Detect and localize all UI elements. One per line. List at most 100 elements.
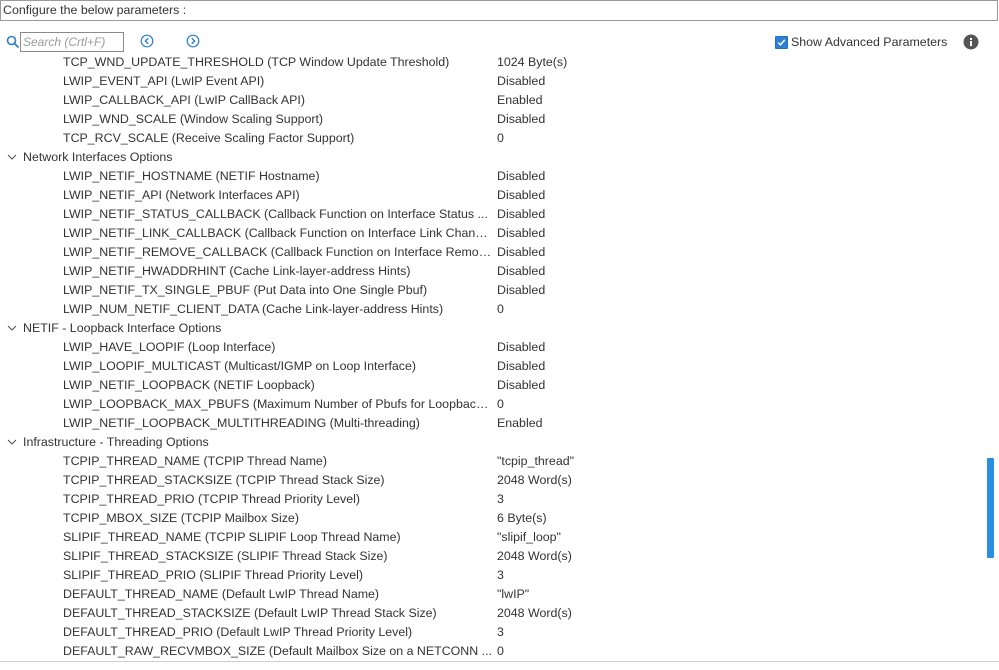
parameter-row[interactable]: SLIPIF_THREAD_NAME (TCPIP SLIPIF Loop Th… [0, 528, 985, 547]
group-label: NETIF - Loopback Interface Options [23, 321, 222, 335]
parameter-row[interactable]: SLIPIF_THREAD_PRIO (SLIPIF Thread Priori… [0, 566, 985, 585]
parameter-name: DEFAULT_THREAD_PRIO (Default LwIP Thread… [63, 625, 413, 639]
parameter-row[interactable]: LWIP_NETIF_LOOPBACK_MULTITHREADING (Mult… [0, 414, 985, 433]
parameter-name: LWIP_NETIF_LINK_CALLBACK (Callback Funct… [63, 226, 493, 240]
parameter-name: LWIP_LOOPIF_MULTICAST (Multicast/IGMP on… [63, 359, 417, 373]
parameter-row[interactable]: LWIP_LOOPIF_MULTICAST (Multicast/IGMP on… [0, 357, 985, 376]
group-label: Network Interfaces Options [23, 150, 173, 164]
parameter-name: LWIP_NETIF_HWADDRHINT (Cache Link-layer-… [63, 264, 411, 278]
parameter-name: SLIPIF_THREAD_NAME (TCPIP SLIPIF Loop Th… [63, 530, 401, 544]
parameter-name: DEFAULT_THREAD_NAME (Default LwIP Thread… [63, 587, 380, 601]
parameter-value[interactable]: Enabled [497, 414, 542, 433]
parameter-row[interactable]: LWIP_NETIF_LOOPBACK (NETIF Loopback) Disa… [0, 376, 985, 395]
parameter-value[interactable]: 0 [497, 395, 504, 414]
parameter-name: LWIP_NETIF_STATUS_CALLBACK (Callback Fun… [63, 207, 488, 221]
parameter-name: LWIP_EVENT_API (LwIP Event API) [63, 74, 265, 88]
parameter-row[interactable]: SLIPIF_THREAD_STACKSIZE (SLIPIF Thread S… [0, 547, 985, 566]
parameter-name: LWIP_NETIF_LOOPBACK (NETIF Loopback) [63, 378, 315, 392]
parameter-name: LWIP_HAVE_LOOPIF (Loop Interface) [63, 340, 276, 354]
parameter-value[interactable]: Disabled [497, 338, 545, 357]
parameter-row[interactable]: TCPIP_MBOX_SIZE (TCPIP Mailbox Size) 6 By… [0, 509, 985, 528]
parameter-value[interactable]: 2048 Word(s) [497, 604, 572, 623]
parameter-value[interactable]: Disabled [497, 205, 545, 224]
parameter-value[interactable]: Disabled [497, 110, 545, 129]
show-advanced-checkbox[interactable] [775, 36, 788, 49]
parameter-value[interactable]: "tcpip_thread" [497, 452, 574, 471]
parameter-row[interactable]: LWIP_CALLBACK_API (LwIP CallBack API) Ena… [0, 91, 985, 110]
parameter-name: SLIPIF_THREAD_STACKSIZE (SLIPIF Thread S… [63, 549, 388, 563]
parameter-row[interactable]: DEFAULT_THREAD_NAME (Default LwIP Thread… [0, 585, 985, 604]
parameter-row[interactable]: TCP_WND_UPDATE_THRESHOLD (TCP Window Upd… [0, 53, 985, 72]
parameter-value[interactable]: 0 [497, 300, 504, 319]
vertical-scrollbar[interactable] [985, 53, 997, 660]
parameter-row[interactable]: LWIP_WND_SCALE (Window Scaling Support) D… [0, 110, 985, 129]
parameter-row[interactable]: LWIP_NUM_NETIF_CLIENT_DATA (Cache Link-l… [0, 300, 985, 319]
parameter-value[interactable]: 6 Byte(s) [497, 509, 547, 528]
arrow-right-circle-icon[interactable] [186, 34, 200, 48]
parameter-row[interactable]: LWIP_NETIF_TX_SINGLE_PBUF (Put Data into… [0, 281, 985, 300]
parameter-value[interactable]: Disabled [497, 186, 545, 205]
info-icon[interactable] [963, 34, 979, 50]
search-icon [6, 35, 20, 49]
parameter-value[interactable]: Enabled [497, 91, 542, 110]
parameter-value[interactable]: 3 [497, 566, 504, 585]
header-title: Configure the below parameters : [3, 3, 187, 17]
parameter-value[interactable]: "slipif_loop" [497, 528, 561, 547]
parameter-row[interactable]: TCPIP_THREAD_PRIO (TCPIP Thread Priority… [0, 490, 985, 509]
parameter-name: LWIP_WND_SCALE (Window Scaling Support) [63, 112, 324, 126]
parameter-row[interactable]: LWIP_NETIF_API (Network Interfaces API) D… [0, 186, 985, 205]
parameter-value[interactable]: 3 [497, 623, 504, 642]
group-row[interactable]: Network Interfaces Options [0, 148, 985, 167]
parameter-name: TCPIP_THREAD_STACKSIZE (TCPIP Thread Sta… [63, 473, 385, 487]
parameter-value[interactable]: 2048 Word(s) [497, 471, 572, 490]
parameter-value[interactable]: 0 [497, 129, 504, 148]
parameter-value[interactable]: Disabled [497, 357, 545, 376]
parameter-value[interactable]: Disabled [497, 72, 545, 91]
parameter-row[interactable]: TCPIP_THREAD_NAME (TCPIP Thread Name) "tc… [0, 452, 985, 471]
parameter-row[interactable]: DEFAULT_RAW_RECVMBOX_SIZE (Default Mailb… [0, 642, 985, 660]
parameter-row[interactable]: LWIP_LOOPBACK_MAX_PBUFS (Maximum Number … [0, 395, 985, 414]
group-label: Infrastructure - Threading Options [23, 435, 209, 449]
parameter-name: TCP_WND_UPDATE_THRESHOLD (TCP Window Upd… [63, 55, 450, 69]
parameter-name: SLIPIF_THREAD_PRIO (SLIPIF Thread Priori… [63, 568, 363, 582]
parameter-row[interactable]: DEFAULT_THREAD_STACKSIZE (Default LwIP T… [0, 604, 985, 623]
parameter-row[interactable]: TCP_RCV_SCALE (Receive Scaling Factor Su… [0, 129, 985, 148]
divider [0, 661, 999, 662]
parameter-value[interactable]: 1024 Byte(s) [497, 53, 567, 72]
parameter-row[interactable]: DEFAULT_THREAD_PRIO (Default LwIP Thread… [0, 623, 985, 642]
arrow-left-circle-icon[interactable] [140, 34, 154, 48]
parameter-value[interactable]: 0 [497, 642, 504, 660]
group-row[interactable]: Infrastructure - Threading Options [0, 433, 985, 452]
parameter-name: LWIP_NETIF_API (Network Interfaces API) [63, 188, 300, 202]
parameter-row[interactable]: LWIP_NETIF_REMOVE_CALLBACK (Callback Fun… [0, 243, 985, 262]
parameter-value[interactable]: 3 [497, 490, 504, 509]
chevron-down-icon[interactable] [6, 148, 18, 167]
parameter-row[interactable]: LWIP_NETIF_HWADDRHINT (Cache Link-layer-… [0, 262, 985, 281]
parameter-name: TCPIP_THREAD_PRIO (TCPIP Thread Priority… [63, 492, 360, 506]
parameter-value[interactable]: "lwIP" [497, 585, 529, 604]
scrollbar-thumb[interactable] [987, 458, 994, 558]
group-row[interactable]: NETIF - Loopback Interface Options [0, 319, 985, 338]
chevron-down-icon[interactable] [6, 433, 18, 452]
parameter-value[interactable]: Disabled [497, 376, 545, 395]
parameter-row[interactable]: LWIP_HAVE_LOOPIF (Loop Interface) Disable… [0, 338, 985, 357]
parameter-name: LWIP_NETIF_TX_SINGLE_PBUF (Put Data into… [63, 283, 428, 297]
parameter-row[interactable]: TCPIP_THREAD_STACKSIZE (TCPIP Thread Sta… [0, 471, 985, 490]
parameter-name: DEFAULT_THREAD_STACKSIZE (Default LwIP T… [63, 606, 437, 620]
parameter-name: TCP_RCV_SCALE (Receive Scaling Factor Su… [63, 131, 355, 145]
parameter-value[interactable]: Disabled [497, 281, 545, 300]
show-advanced-label[interactable]: Show Advanced Parameters [791, 35, 947, 49]
parameter-value[interactable]: Disabled [497, 224, 545, 243]
parameter-value[interactable]: Disabled [497, 262, 545, 281]
parameter-value[interactable]: 2048 Word(s) [497, 547, 572, 566]
parameter-row[interactable]: LWIP_NETIF_HOSTNAME (NETIF Hostname) Disa… [0, 167, 985, 186]
parameter-row[interactable]: LWIP_NETIF_LINK_CALLBACK (Callback Funct… [0, 224, 985, 243]
parameter-value[interactable]: Disabled [497, 243, 545, 262]
chevron-down-icon[interactable] [6, 319, 18, 338]
parameter-value[interactable]: Disabled [497, 167, 545, 186]
parameters-header: Configure the below parameters : [0, 0, 998, 21]
parameter-row[interactable]: LWIP_EVENT_API (LwIP Event API) Disabled [0, 72, 985, 91]
parameter-row[interactable]: LWIP_NETIF_STATUS_CALLBACK (Callback Fun… [0, 205, 985, 224]
parameter-name: DEFAULT_RAW_RECVMBOX_SIZE (Default Mailb… [63, 644, 492, 658]
search-input[interactable] [20, 32, 124, 52]
